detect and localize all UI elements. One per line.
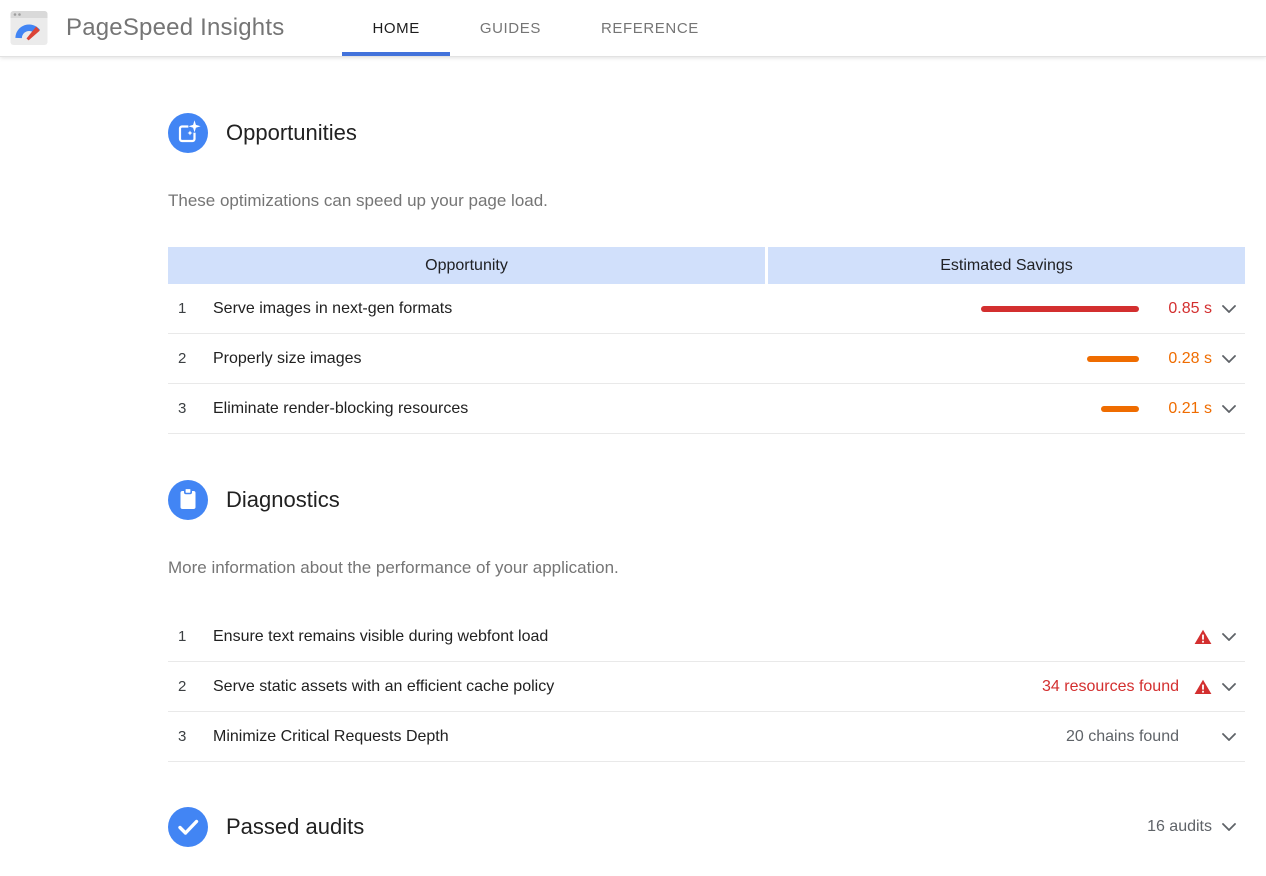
tab-reference[interactable]: REFERENCE (571, 0, 729, 56)
brand: PageSpeed Insights (0, 0, 284, 56)
audit-title: Eliminate render-blocking resources (213, 400, 1101, 418)
diagnostic-value: 34 resources found (1042, 678, 1179, 696)
opportunity-row[interactable]: 1 Serve images in next-gen formats 0.85 … (168, 284, 1245, 334)
diagnostics-header: Diagnostics (168, 480, 1245, 520)
clipboard-icon (168, 480, 208, 520)
row-number: 3 (168, 728, 213, 745)
row-number: 2 (168, 678, 213, 695)
savings-bar (1087, 356, 1139, 362)
pagespeed-gauge-logo (10, 7, 48, 49)
diagnostic-value-cell: 20 chains found (1066, 728, 1245, 746)
chevron-down-icon[interactable] (1222, 823, 1236, 831)
audit-title: Properly size images (213, 350, 1087, 368)
main-nav: HOME GUIDES REFERENCE (342, 0, 728, 56)
warning-triangle-icon (1194, 679, 1212, 695)
tab-home[interactable]: HOME (342, 0, 449, 56)
chevron-down-icon[interactable] (1222, 683, 1236, 691)
savings-value: 0.85 s (1156, 300, 1212, 318)
passed-audits-summary: 16 audits (1147, 818, 1245, 836)
chevron-down-icon[interactable] (1222, 633, 1236, 641)
savings-bar (1101, 406, 1139, 412)
diagnostics-section: Diagnostics More information about the p… (168, 480, 1245, 762)
opportunities-table-header: Opportunity Estimated Savings (168, 247, 1245, 284)
column-header-estimated-savings: Estimated Savings (768, 247, 1245, 284)
image-sparkle-icon (168, 113, 208, 153)
row-number: 2 (168, 350, 213, 367)
report-body: Opportunities These optimizations can sp… (0, 56, 1266, 847)
savings-value: 0.21 s (1156, 400, 1212, 418)
row-number: 1 (168, 628, 213, 645)
column-header-opportunity: Opportunity (168, 247, 765, 284)
section-title: Diagnostics (226, 487, 340, 513)
row-number: 3 (168, 400, 213, 417)
opportunities-header: Opportunities (168, 113, 1245, 153)
passed-audits-section: Passed audits 16 audits (168, 807, 1245, 847)
diagnostic-row[interactable]: 2 Serve static assets with an efficient … (168, 662, 1245, 712)
chevron-down-icon[interactable] (1222, 405, 1236, 413)
audit-title: Minimize Critical Requests Depth (213, 728, 1066, 746)
opportunity-row[interactable]: 3 Eliminate render-blocking resources 0.… (168, 384, 1245, 434)
passed-count: 16 audits (1147, 818, 1212, 836)
passed-audits-row[interactable]: Passed audits 16 audits (168, 807, 1245, 847)
diagnostic-row[interactable]: 1 Ensure text remains visible during web… (168, 612, 1245, 662)
section-title: Passed audits (226, 814, 364, 840)
chevron-down-icon[interactable] (1222, 733, 1236, 741)
diagnostic-value: 20 chains found (1066, 728, 1179, 746)
tab-guides[interactable]: GUIDES (450, 0, 571, 56)
audit-title: Serve static assets with an efficient ca… (213, 678, 1042, 696)
check-circle-icon (168, 807, 208, 847)
diagnostics-rows: 1 Ensure text remains visible during web… (168, 612, 1245, 762)
diagnostic-value-cell: 34 resources found (1042, 678, 1245, 696)
savings-cell: 0.28 s (1087, 350, 1245, 368)
section-title: Opportunities (226, 120, 357, 146)
savings-bar (981, 306, 1139, 312)
opportunities-section: Opportunities These optimizations can sp… (168, 113, 1245, 434)
savings-value: 0.28 s (1156, 350, 1212, 368)
audit-title: Serve images in next-gen formats (213, 300, 981, 318)
diagnostic-row[interactable]: 3 Minimize Critical Requests Depth 20 ch… (168, 712, 1245, 762)
chevron-down-icon[interactable] (1222, 305, 1236, 313)
audit-title: Ensure text remains visible during webfo… (213, 628, 1179, 646)
section-description: More information about the performance o… (168, 558, 1245, 578)
app-header: PageSpeed Insights HOME GUIDES REFERENCE (0, 0, 1266, 56)
opportunity-row[interactable]: 2 Properly size images 0.28 s (168, 334, 1245, 384)
chevron-down-icon[interactable] (1222, 355, 1236, 363)
savings-cell: 0.85 s (981, 300, 1245, 318)
savings-cell: 0.21 s (1101, 400, 1245, 418)
section-description: These optimizations can speed up your pa… (168, 191, 1245, 211)
app-title: PageSpeed Insights (66, 14, 284, 42)
diagnostic-value-cell (1179, 629, 1245, 645)
warning-triangle-icon (1194, 629, 1212, 645)
row-number: 1 (168, 300, 213, 317)
